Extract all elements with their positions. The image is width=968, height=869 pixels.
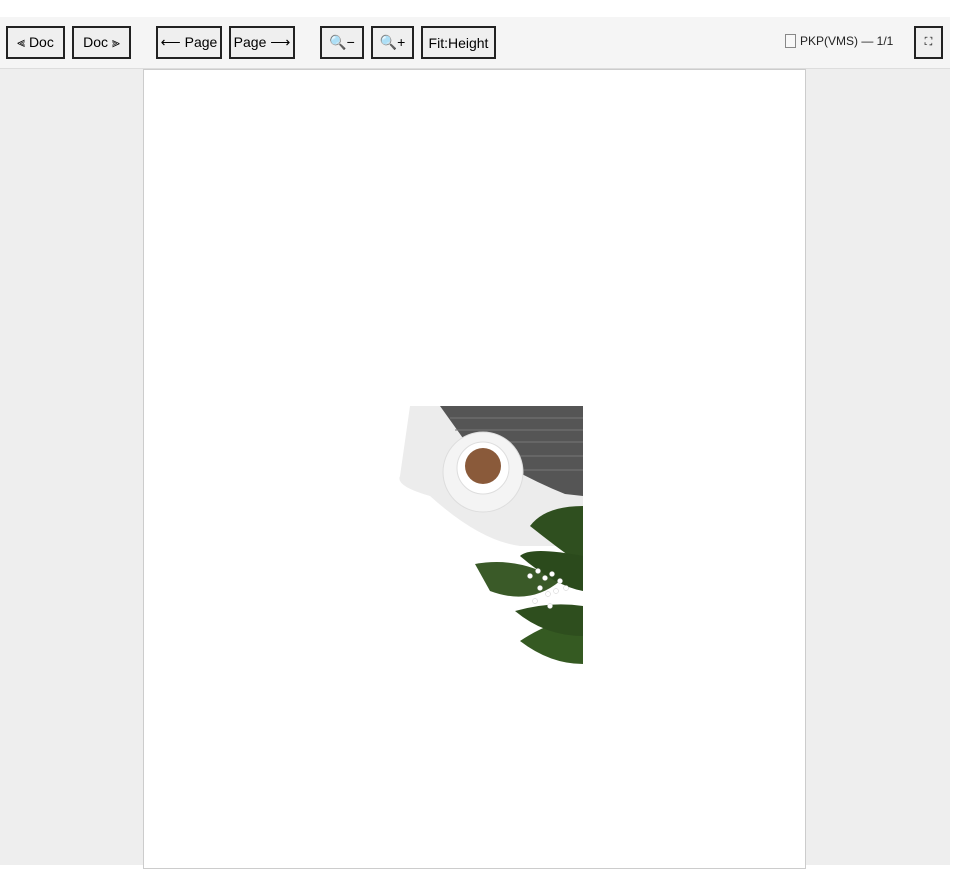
toolbar: ⫷ Doc Doc ⫸ ⟵ Page Page ⟶ 🔍− 🔍+ Fit:Heig… xyxy=(0,17,950,69)
next-page-button[interactable]: Page ⟶ xyxy=(229,26,295,59)
zoom-in-button[interactable]: 🔍+ xyxy=(371,26,414,59)
document-icon xyxy=(785,34,796,48)
document-title: PKP(VMS) — 1/1 xyxy=(785,34,893,48)
page-image xyxy=(399,406,583,664)
viewer: ⫷ Doc Doc ⫸ ⟵ Page Page ⟶ 🔍− 🔍+ Fit:Heig… xyxy=(0,17,950,869)
next-doc-button[interactable]: Doc ⫸ xyxy=(72,26,131,59)
prev-doc-button[interactable]: ⫷ Doc xyxy=(6,26,65,59)
document-title-text: PKP(VMS) — 1/1 xyxy=(800,34,894,48)
fullscreen-button[interactable]: ⛶ xyxy=(914,26,943,59)
fit-height-button[interactable]: Fit:Height xyxy=(421,26,496,59)
prev-page-button[interactable]: ⟵ Page xyxy=(156,26,222,59)
zoom-out-button[interactable]: 🔍− xyxy=(320,26,364,59)
document-page xyxy=(143,69,806,869)
